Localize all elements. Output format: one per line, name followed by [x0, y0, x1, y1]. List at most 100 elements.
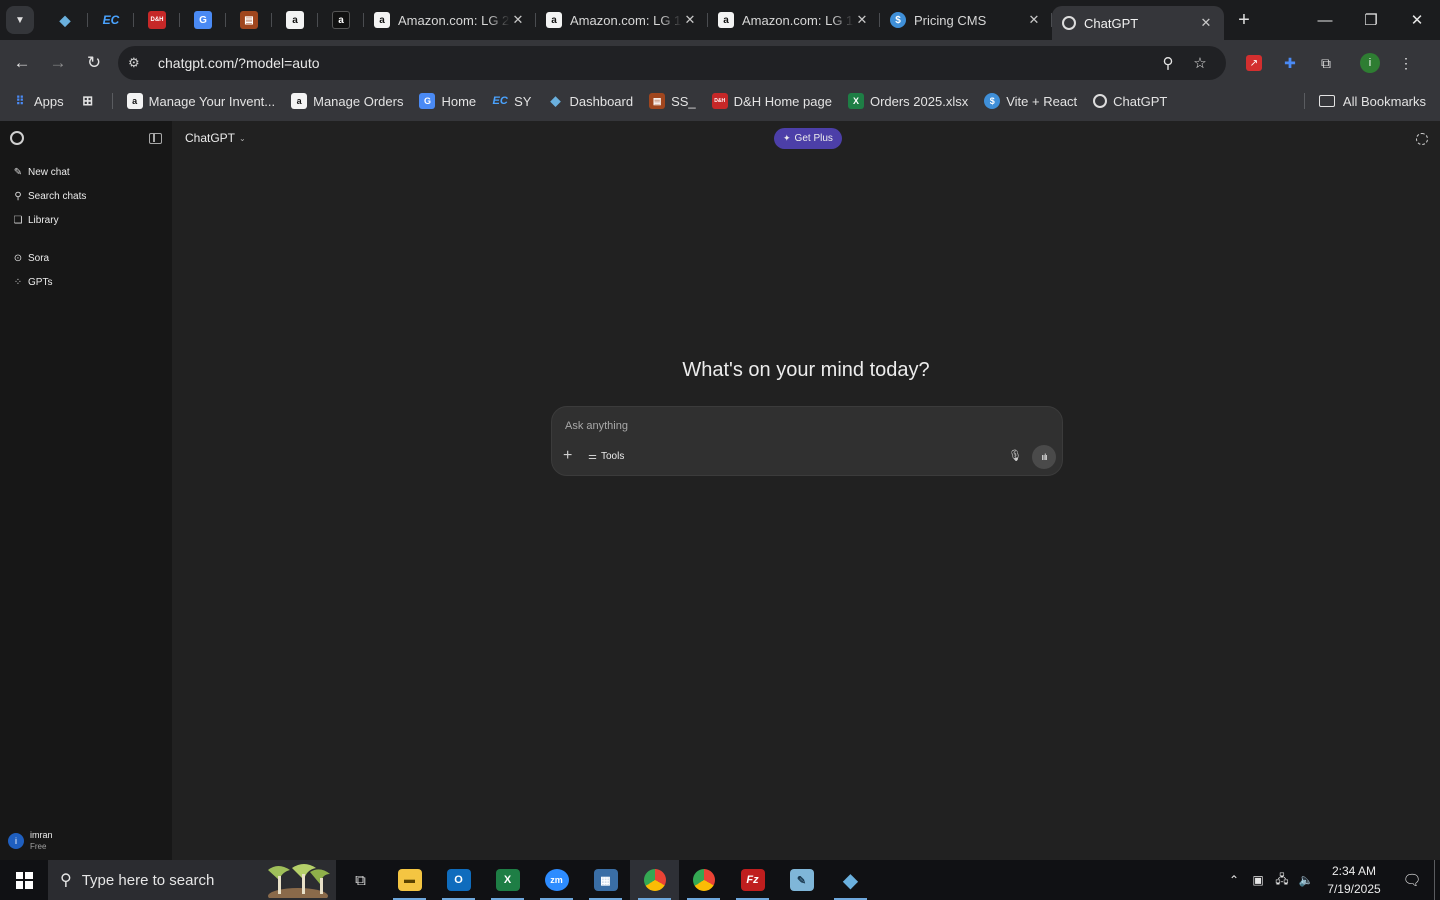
bookmark-chatgpt[interactable]: ChatGPT — [1093, 94, 1167, 109]
clock[interactable]: 2:34 AM 7/19/2025 — [1318, 862, 1390, 898]
file-explorer-icon[interactable]: ▬ — [385, 860, 434, 900]
task-view-icon[interactable]: ⧉ — [336, 860, 385, 900]
close-icon[interactable]: ✕ — [854, 12, 870, 28]
zoom-icon[interactable]: zm — [532, 860, 581, 900]
bookmark-manage-inventory[interactable]: a Manage Your Invent... — [126, 93, 275, 109]
amazon-icon: a — [718, 12, 734, 28]
avatar: i — [8, 833, 24, 849]
url-text[interactable]: chatgpt.com/?model=auto — [158, 55, 1152, 71]
notifications-icon[interactable]: 🗨 — [1390, 871, 1434, 889]
tab-pricing-cms[interactable]: $ Pricing CMS ✕ — [880, 0, 1052, 40]
address-bar[interactable]: ⚙ chatgpt.com/?model=auto ⚲ ☆ — [118, 46, 1226, 80]
sidebar-item-sora[interactable]: ⊙ Sora — [0, 246, 172, 270]
sidebar-item-library[interactable]: ❏ Library — [0, 208, 172, 232]
pinned-tab-amazon-2[interactable]: a — [318, 0, 364, 40]
tab-title: Amazon.com: LG 2 — [398, 12, 510, 28]
chevron-up-icon[interactable]: ⌃ — [1222, 873, 1246, 887]
bookmark-orders-xlsx[interactable]: X Orders 2025.xlsx — [847, 93, 968, 109]
meet-now-icon[interactable]: ▣ — [1246, 873, 1270, 887]
profile-avatar[interactable]: i — [1352, 45, 1388, 81]
chrome-icon[interactable] — [630, 860, 679, 900]
bookmark-vite-react[interactable]: $ Vite + React — [984, 93, 1077, 109]
tools-button[interactable]: ⚌ Tools — [588, 451, 624, 462]
show-desktop-button[interactable] — [1434, 860, 1440, 900]
pinned-tab-dh[interactable]: D&H — [134, 0, 180, 40]
close-icon[interactable]: ✕ — [1198, 15, 1214, 31]
microphone-icon[interactable]: 🎙 — [1008, 449, 1022, 462]
bookmark-dashboard[interactable]: ◆ Dashboard — [547, 93, 633, 109]
bookmark-ss[interactable]: ▤ SS_ — [649, 93, 696, 109]
openai-icon — [1062, 16, 1076, 30]
volume-icon[interactable]: 🔈 — [1294, 873, 1318, 887]
get-plus-label: Get Plus — [794, 133, 833, 144]
site-info-icon[interactable]: ⚙ — [128, 55, 150, 71]
notepad-icon[interactable]: ✎ — [777, 860, 826, 900]
get-plus-button[interactable]: ✦ Get Plus — [774, 128, 842, 149]
add-attachment-icon[interactable]: + — [563, 447, 572, 465]
zoom-icon[interactable]: ⚲ — [1152, 54, 1184, 72]
openai-logo-icon[interactable] — [10, 131, 24, 145]
folder-icon — [1318, 95, 1335, 107]
chrome-profile-icon[interactable] — [679, 860, 728, 900]
user-info: imran Free — [30, 830, 53, 852]
close-icon[interactable]: ✕ — [510, 12, 526, 28]
chrome-menu-icon[interactable]: ⋮ — [1388, 45, 1424, 81]
close-icon[interactable]: ✕ — [1026, 12, 1042, 28]
restore-icon[interactable]: ❐ — [1348, 0, 1394, 40]
prompt-input[interactable]: Ask anything — [565, 420, 628, 432]
tab-search-button[interactable]: ▼ — [6, 6, 34, 34]
bookmark-star-icon[interactable]: ☆ — [1184, 54, 1216, 72]
sidebar-item-label: GPTs — [28, 276, 53, 288]
start-button[interactable] — [0, 860, 48, 900]
taskbar-search[interactable]: ⚲ Type here to search — [48, 860, 336, 900]
network-icon[interactable]: 🖧 — [1270, 870, 1294, 891]
forward-icon[interactable]: → — [40, 45, 76, 81]
outlook-icon[interactable]: O — [434, 860, 483, 900]
user-menu[interactable]: i imran Free — [8, 830, 53, 852]
bookmark-apps[interactable]: ⠿ Apps — [12, 93, 64, 109]
search-icon: ⚲ — [14, 190, 22, 202]
close-window-icon[interactable]: ✕ — [1394, 0, 1440, 40]
tab-amazon-lg-2[interactable]: a Amazon.com: LG 2 ✕ — [364, 0, 536, 40]
tab-amazon-lg-1a[interactable]: a Amazon.com: LG 1 ✕ — [536, 0, 708, 40]
tab-amazon-lg-1b[interactable]: a Amazon.com: LG 1 ✕ — [708, 0, 880, 40]
pinned-tab-box[interactable]: ▤ — [226, 0, 272, 40]
reload-icon[interactable]: ↻ — [76, 45, 112, 81]
bookmark-home[interactable]: G Home — [419, 93, 476, 109]
sidebar-item-new-chat[interactable]: ✎ New chat — [0, 160, 172, 184]
bookmark-manage-orders[interactable]: a Manage Orders — [291, 93, 403, 109]
app-diamond-icon[interactable]: ◆ — [826, 860, 875, 900]
excel-icon[interactable]: X — [483, 860, 532, 900]
bookmark-dh-home[interactable]: D&H D&H Home page — [711, 93, 832, 109]
sidebar-item-search-chats[interactable]: ⚲ Search chats — [0, 184, 172, 208]
extensions-puzzle-icon[interactable]: ⧉ — [1308, 45, 1344, 81]
tab-chatgpt[interactable]: ChatGPT ✕ — [1052, 6, 1224, 40]
close-icon[interactable]: ✕ — [682, 12, 698, 28]
composer[interactable]: Ask anything + ⚌ Tools 🎙 ıılı — [551, 406, 1063, 476]
calculator-icon[interactable]: ▦ — [581, 860, 630, 900]
new-tab-button[interactable]: + — [1226, 9, 1262, 32]
bookmark-sy[interactable]: EC SY — [492, 93, 532, 109]
extension-red-icon[interactable]: ↗ — [1236, 45, 1272, 81]
all-bookmarks-button[interactable]: All Bookmarks — [1318, 94, 1426, 109]
extension-blue-icon[interactable]: ✚ — [1272, 45, 1308, 81]
minimize-icon[interactable]: — — [1302, 0, 1348, 40]
sidebar-toggle-icon[interactable] — [149, 132, 162, 144]
pinned-tab-amazon-1[interactable]: a — [272, 0, 318, 40]
filezilla-icon[interactable]: Fz — [728, 860, 777, 900]
pinned-tab-diamond[interactable]: ◆ — [42, 0, 88, 40]
bookmark-grid[interactable]: ⊞ — [80, 93, 96, 109]
back-icon[interactable]: ← — [4, 45, 40, 81]
bookmarks-bar: ⠿ Apps ⊞ a Manage Your Invent... a Manage O… — [0, 86, 1440, 116]
sidebar-item-gpts[interactable]: ⁘ GPTs — [0, 270, 172, 294]
pinned-tab-ec[interactable]: EC — [88, 0, 134, 40]
dollar-icon: $ — [890, 12, 906, 28]
voice-mode-button[interactable]: ıılı — [1032, 445, 1056, 469]
grid-icon: ⁘ — [13, 276, 23, 288]
box-icon: ▤ — [649, 93, 666, 109]
temporary-chat-icon[interactable] — [1416, 133, 1428, 145]
model-selector[interactable]: ChatGPT ⌄ — [185, 131, 246, 145]
bookmark-label: Vite + React — [1006, 93, 1078, 109]
pinned-tab-gdoc[interactable]: G — [180, 0, 226, 40]
waveform-icon: ıılı — [1041, 452, 1047, 462]
